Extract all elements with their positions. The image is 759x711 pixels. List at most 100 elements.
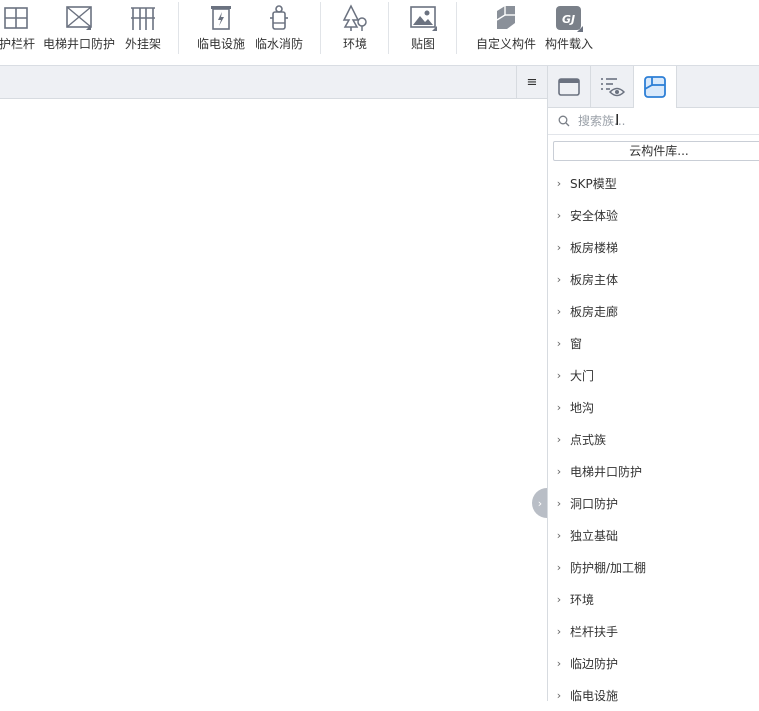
tree-item-label: 点式族 <box>570 432 607 447</box>
chevron-right-icon: › <box>556 464 562 478</box>
chevron-right-icon: › <box>556 208 562 222</box>
tree-item[interactable]: › 防护棚/加工棚 <box>548 551 759 583</box>
search-icon <box>558 115 570 127</box>
tree-item[interactable]: › 电梯井口防护 <box>548 455 759 487</box>
ribbon-button-texture[interactable]: 贴图 <box>401 0 445 62</box>
tree-item-label: 大门 <box>570 368 595 383</box>
tree-item-label: 板房主体 <box>570 272 619 287</box>
tree-item-label: 临边防护 <box>570 656 619 671</box>
component-library-icon <box>644 76 666 98</box>
tree-item-label: 窗 <box>570 336 583 351</box>
chevron-right-icon: › <box>556 304 562 318</box>
viewport-canvas[interactable] <box>0 99 547 701</box>
tree-item-label: 板房走廊 <box>570 304 619 319</box>
ribbon-button-custom-component[interactable]: 自定义构件 <box>472 0 540 62</box>
tree-item[interactable]: › SKP模型 <box>548 167 759 199</box>
ribbon-button-elevator-shaft-guard[interactable]: 电梯井口防护 <box>40 0 118 62</box>
chevron-right-icon: › <box>537 496 543 510</box>
ribbon-button-environment[interactable]: 环境 <box>333 0 377 62</box>
tree-item[interactable]: › 环境 <box>548 583 759 615</box>
tree-item-label: 防护棚/加工棚 <box>570 560 647 575</box>
chevron-right-icon: › <box>556 688 562 702</box>
visibility-list-icon <box>601 77 625 96</box>
tree-icon <box>333 0 377 36</box>
tab-component-library[interactable] <box>634 66 677 108</box>
ribbon-separator <box>178 2 179 54</box>
text-cursor-icon: I <box>615 111 620 129</box>
chevron-right-icon: › <box>556 336 562 350</box>
tree-item[interactable]: › 栏杆扶手 <box>548 615 759 647</box>
chevron-right-icon: › <box>556 592 562 606</box>
tree-item[interactable]: › 临电设施 <box>548 679 759 711</box>
tree-item-label: 洞口防护 <box>570 496 619 511</box>
tree-item[interactable]: › 独立基础 <box>548 519 759 551</box>
tree-item[interactable]: › 大门 <box>548 359 759 391</box>
chevron-right-icon: › <box>556 240 562 254</box>
tree-item[interactable]: › 板房走廊 <box>548 295 759 327</box>
tree-item[interactable]: › 点式族 <box>548 423 759 455</box>
railing-icon <box>0 0 40 36</box>
ribbon-label: 护栏杆 <box>0 37 35 51</box>
tab-visibility-list[interactable] <box>591 66 634 107</box>
tree-item-label: 地沟 <box>570 400 595 415</box>
ribbon-button-fire-hydrant[interactable]: 临水消防 <box>251 0 307 62</box>
search-input[interactable] <box>576 113 750 129</box>
tree-item[interactable]: › 地沟 <box>548 391 759 423</box>
power-facility-icon <box>193 0 249 36</box>
ribbon-label: 临水消防 <box>254 37 303 51</box>
ribbon-separator <box>456 2 457 54</box>
fire-hydrant-icon <box>251 0 307 36</box>
chevron-right-icon: › <box>556 176 562 190</box>
custom-component-icon <box>472 0 540 36</box>
chevron-right-icon: › <box>556 560 562 574</box>
ribbon-label: 电梯井口防护 <box>42 37 115 51</box>
ribbon-label: 贴图 <box>410 37 435 51</box>
tree-item-label: 电梯井口防护 <box>570 464 643 479</box>
ribbon-label: 环境 <box>342 37 367 51</box>
tree-item-label: 环境 <box>570 592 595 607</box>
component-tree: › SKP模型 › 安全体验 › 板房楼梯 › 板房主体 › 板房走廊 › 窗 › 大门 › 地… <box>548 167 759 711</box>
chevron-right-icon: › <box>556 496 562 510</box>
scaffold-icon <box>119 0 167 36</box>
tab-window[interactable] <box>548 66 591 107</box>
ribbon-button-component-load[interactable]: GJ 构件载入 <box>541 0 597 62</box>
tree-item-label: 栏杆扶手 <box>570 624 619 639</box>
viewport-header: ≡ <box>0 66 547 99</box>
ribbon-label: 外挂架 <box>124 37 161 51</box>
ribbon-button-power-facility[interactable]: 临电设施 <box>193 0 249 62</box>
window-tab-icon <box>558 77 580 96</box>
chevron-right-icon: › <box>556 528 562 542</box>
component-panel: I 云构件库... › SKP模型 › 安全体验 › 板房楼梯 › 板房主体 › 板房走廊… <box>547 66 759 703</box>
ribbon-separator <box>320 2 321 54</box>
cloud-library-button[interactable]: 云构件库... <box>553 141 759 161</box>
tree-item-label: 板房楼梯 <box>570 240 619 255</box>
svg-text:GJ: GJ <box>562 13 575 26</box>
tree-item[interactable]: › 窗 <box>548 327 759 359</box>
tree-item[interactable]: › 临边防护 <box>548 647 759 679</box>
tree-item[interactable]: › 安全体验 <box>548 199 759 231</box>
tree-item-label: 安全体验 <box>570 208 619 223</box>
chevron-right-icon: › <box>556 432 562 446</box>
tree-item-label: SKP模型 <box>570 176 617 191</box>
chevron-right-icon: › <box>556 624 562 638</box>
ribbon-label: 构件载入 <box>544 37 593 51</box>
ribbon-button-scaffold[interactable]: 外挂架 <box>119 0 167 62</box>
chevron-right-icon: › <box>556 272 562 286</box>
chevron-right-icon: › <box>556 656 562 670</box>
tree-item[interactable]: › 板房楼梯 <box>548 231 759 263</box>
gj-load-icon: GJ <box>541 0 597 36</box>
chevron-right-icon: › <box>556 400 562 414</box>
ribbon-toolbar: 护栏杆 电梯井口防护 外挂架 临电设施 临水消防 环境 贴图 自定义构件 GJ … <box>0 0 759 66</box>
viewport-menu-button[interactable]: ≡ <box>516 66 547 98</box>
tree-item[interactable]: › 洞口防护 <box>548 487 759 519</box>
ribbon-label: 自定义构件 <box>475 37 536 51</box>
ribbon-button-railing[interactable]: 护栏杆 <box>0 0 40 62</box>
panel-tabs <box>548 66 759 108</box>
elevator-shaft-guard-icon <box>40 0 118 36</box>
tree-item[interactable]: › 板房主体 <box>548 263 759 295</box>
ribbon-label: 临电设施 <box>196 37 245 51</box>
search-bar: I <box>548 108 759 135</box>
ribbon-separator <box>388 2 389 54</box>
chevron-right-icon: › <box>556 368 562 382</box>
image-texture-icon <box>401 0 445 36</box>
